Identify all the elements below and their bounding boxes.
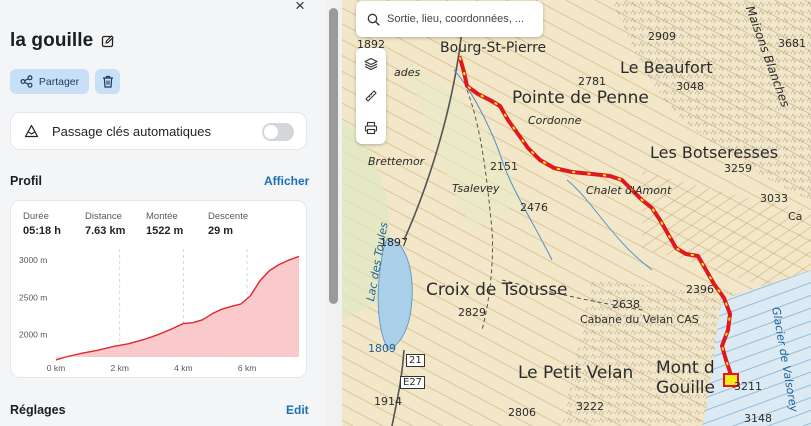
stat-label: Descente <box>208 211 249 222</box>
stat-label: Montée <box>146 211 178 222</box>
chart-x-tick-label: 0 km <box>47 363 65 373</box>
trash-icon <box>102 75 113 88</box>
map-label-brettemor: Brettemor <box>368 155 425 168</box>
layers-icon <box>364 57 378 71</box>
map-label-ades: ades <box>394 66 421 79</box>
map-height: 1914 <box>374 395 402 408</box>
stat-distance: Distance 7.63 km <box>85 211 125 237</box>
edit-icon[interactable] <box>101 34 115 48</box>
map-label-botseresses: Les Botseresses <box>650 143 779 162</box>
map-height: 2781 <box>578 75 606 88</box>
map-toolbar <box>356 48 386 144</box>
stat-ascent: Montée 1522 m <box>146 211 183 237</box>
map-height: 2396 <box>686 283 714 296</box>
map-height: 3211 <box>734 380 762 393</box>
map-height: 3033 <box>760 192 788 205</box>
stat-label: Distance <box>85 211 122 222</box>
profile-card: Durée 05:18 h Distance 7.63 km Montée 15… <box>10 200 307 378</box>
map-label-bourg: Bourg-St-Pierre <box>440 40 547 56</box>
map-label-petitvelan: Le Petit Velan <box>518 363 634 383</box>
map-height: 3148 <box>744 412 772 425</box>
map-height: 2638 <box>612 298 640 311</box>
map-height: 2806 <box>508 406 536 419</box>
title-row: la gouille <box>10 30 115 52</box>
print-button[interactable] <box>356 112 386 144</box>
chart-x-tick-label: 6 km <box>238 363 256 373</box>
map-label-cordonne: Cordonne <box>528 114 582 127</box>
map-road-number: E27 <box>400 376 426 389</box>
close-button[interactable]: × <box>291 0 309 14</box>
topographic-map[interactable]: Bourg-St-Pierre Le Beaufort Pointe de Pe… <box>342 0 811 426</box>
map-label-tsalevey: Tsalevey <box>452 182 500 195</box>
search-icon <box>367 13 380 26</box>
share-icon <box>20 75 33 88</box>
map-height: 1809 <box>368 342 396 355</box>
stat-value: 29 m <box>208 225 234 237</box>
auto-keys-label: Passage clés automatiques <box>52 123 211 139</box>
map-height: 3259 <box>724 162 752 175</box>
stat-value: 05:18 h <box>23 225 61 237</box>
print-icon <box>364 121 378 135</box>
edit-settings-link[interactable]: Edit <box>286 403 309 417</box>
map-height: 2151 <box>490 160 518 173</box>
stat-descent: Descente 29 m <box>208 211 248 237</box>
map-road-number: 21 <box>406 354 425 367</box>
map-height: 2909 <box>648 30 676 43</box>
chart-area-fill <box>56 256 299 360</box>
delete-button[interactable] <box>95 69 120 94</box>
map-label-mont: Mont d <box>656 358 715 378</box>
chart-y-tick-label: 3000 m <box>19 255 47 265</box>
map-height: 2476 <box>520 201 548 214</box>
chart-y-tick-label: 2500 m <box>19 292 47 302</box>
chart-x-tick-label: 4 km <box>174 363 192 373</box>
measure-button[interactable] <box>356 80 386 112</box>
ruler-icon <box>365 90 377 102</box>
map-height: 2829 <box>458 306 486 319</box>
map-label-cabane: Cabane du Velan CAS <box>580 313 699 326</box>
settings-heading: Réglages <box>10 403 66 417</box>
auto-keys-toggle[interactable] <box>262 123 294 141</box>
search-input[interactable]: Sortie, lieu, coordonnées, ... <box>387 13 524 25</box>
stat-label: Durée <box>23 211 49 222</box>
route-panel: × la gouille Partager Passage clés autom… <box>0 0 326 426</box>
map-height: 3048 <box>676 80 704 93</box>
show-profile-link[interactable]: Afficher <box>264 174 309 188</box>
map-height: 1897 <box>380 236 408 249</box>
chart-y-tick-label: 2000 m <box>19 330 47 340</box>
map-label-penne: Pointe de Penne <box>512 88 649 108</box>
share-button[interactable]: Partager <box>10 69 89 94</box>
profile-heading: Profil <box>10 174 42 188</box>
map-label-beaufort: Le Beaufort <box>620 58 713 77</box>
auto-keys-card: Passage clés automatiques <box>10 112 307 150</box>
elevation-profile-chart[interactable]: 0 km 2 km 4 km 6 km 2000 m 2500 m 3000 m <box>11 245 308 379</box>
map-label-gouille: Gouille <box>656 378 715 398</box>
share-label: Partager <box>38 75 80 88</box>
chart-x-tick-label: 2 km <box>110 363 128 373</box>
map-height: 3681 <box>778 37 806 50</box>
route-title: la gouille <box>10 30 94 51</box>
layers-button[interactable] <box>356 48 386 80</box>
stat-value: 7.63 km <box>85 225 126 237</box>
map-label-chalet: Chalet d'Amont <box>586 184 672 197</box>
stat-duration: Durée 05:18 h <box>23 211 61 237</box>
panel-scrollbar-thumb[interactable] <box>329 8 338 304</box>
map-label-croix: Croix de Tsousse <box>426 280 568 300</box>
stat-value: 1522 m <box>146 225 184 237</box>
map-search-box[interactable]: Sortie, lieu, coordonnées, ... <box>356 1 543 37</box>
key-passage-icon <box>24 124 39 138</box>
map-height: Ca <box>788 210 803 223</box>
map-height: 3222 <box>576 400 604 413</box>
